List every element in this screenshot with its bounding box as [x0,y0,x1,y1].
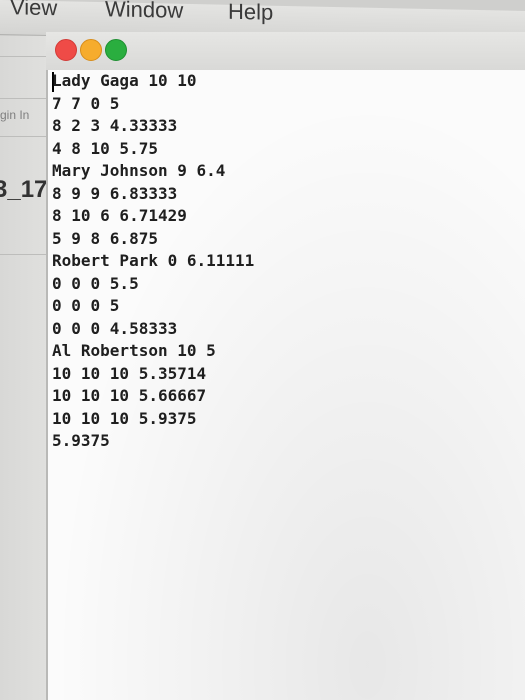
divider [0,56,50,57]
console-line: 8 9 9 6.83333 [52,183,178,203]
background-window-tab-label: 3_17 [0,176,48,203]
console-line: 10 10 10 5.35714 [52,363,207,383]
console-line: 5.9375 [52,431,110,450]
menu-help[interactable]: Help [228,0,273,26]
background-window-text: gin In [0,108,30,122]
minimize-button[interactable] [80,39,102,61]
console-line: Robert Park 0 6.11111 [52,251,255,270]
console-line: 5 9 8 6.875 [52,228,158,248]
console-line: Mary Johnson 9 6.4 [52,161,226,180]
console-line: 8 10 6 6.71429 [52,206,187,225]
console-line: 7 7 0 5 [52,93,120,113]
close-button[interactable] [55,39,77,61]
console-output: Lady Gaga 10 10 7 7 0 5 8 2 3 4.33333 4 8 1… [52,70,254,453]
console-line: 8 2 3 4.33333 [52,116,178,135]
menu-window[interactable]: Window [105,0,183,24]
zoom-button[interactable] [105,39,127,61]
divider [0,254,50,255]
console-line: 0 0 0 4.58333 [52,318,178,338]
console-output-area[interactable]: Lady Gaga 10 10 7 7 0 5 8 2 3 4.33333 4 8 1… [46,70,525,700]
console-line: 10 10 10 5.9375 [52,408,197,428]
console-line: 0 0 0 5 [52,296,120,315]
console-line: Al Robertson 10 5 [52,341,216,360]
divider [0,98,50,99]
divider [0,136,50,137]
menu-view[interactable]: View [10,0,57,21]
window-titlebar[interactable] [46,32,525,71]
console-line: Lady Gaga 10 10 [52,71,197,90]
console-window: Lady Gaga 10 10 7 7 0 5 8 2 3 4.33333 4 8 1… [46,32,525,700]
console-line: 10 10 10 5.66667 [52,386,207,405]
console-line: 4 8 10 5.75 [52,138,158,158]
console-line: 0 0 0 5.5 [52,273,139,293]
